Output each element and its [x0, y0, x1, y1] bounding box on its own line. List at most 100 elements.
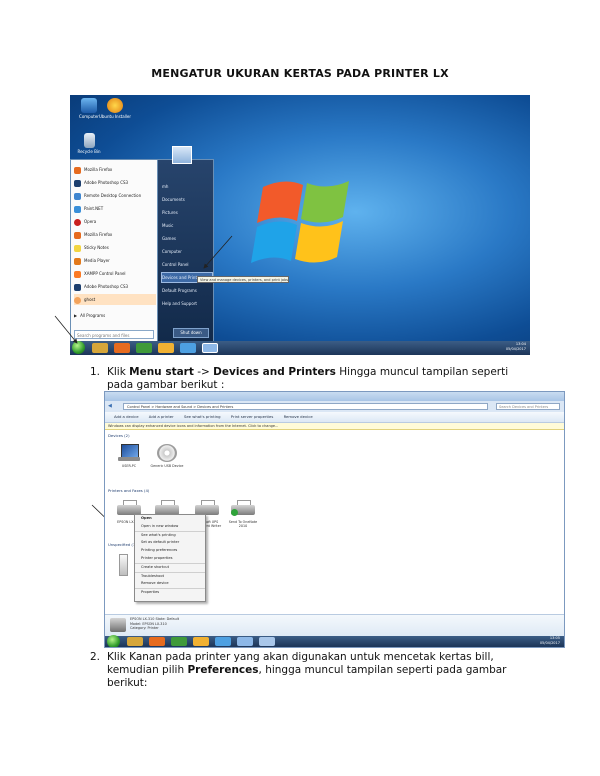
command-bar: Add a device Add a printer See what's pr… — [105, 412, 564, 423]
group-devices[interactable]: Devices (2) — [108, 433, 130, 438]
remove-device-button[interactable]: Remove device — [284, 414, 313, 419]
start-item-ghost[interactable]: ghost — [74, 294, 156, 305]
devices-and-printers-screenshot: ◀ Control Panel > Hardware and Sound > D… — [104, 391, 565, 648]
start-orb-icon[interactable] — [72, 341, 85, 354]
photoshop-icon — [74, 179, 81, 187]
media-taskbar-icon[interactable] — [171, 637, 187, 646]
start-link-help[interactable]: Help and Support — [162, 299, 212, 308]
tower-icon[interactable] — [119, 554, 128, 576]
start-menu-places: mh Documents Pictures Music Games Comput… — [158, 146, 214, 343]
firefox-icon — [74, 166, 81, 174]
info-bar[interactable]: Windows can display enhanced device icon… — [105, 423, 564, 430]
start-link-pictures[interactable]: Pictures — [162, 208, 212, 217]
start-item-remote-desktop[interactable]: Remote Desktop Connection — [74, 190, 156, 201]
explorer-taskbar-icon[interactable] — [92, 343, 108, 353]
start-search-input[interactable]: Search programs and files — [74, 330, 154, 339]
start-orb-icon[interactable] — [107, 635, 120, 647]
firefox-taskbar-icon[interactable] — [149, 637, 165, 646]
start-link-default-programs[interactable]: Default Programs — [162, 286, 212, 295]
start-link-music[interactable]: Music — [162, 221, 212, 230]
document-title: MENGATUR UKURAN KERTAS PADA PRINTER LX — [151, 67, 449, 80]
start-item-all-programs[interactable]: ▶ All Programs — [74, 310, 156, 321]
devices-tooltip: View and manage devices, printers, and p… — [197, 276, 289, 283]
step-1: 1. Klik Menu start -> Devices and Printe… — [90, 366, 509, 391]
menu-troubleshoot[interactable]: Troubleshoot — [135, 571, 205, 581]
start-link-documents[interactable]: Documents — [162, 195, 212, 204]
remote-desktop-icon — [74, 192, 81, 200]
explorer-taskbar-icon[interactable] — [127, 637, 143, 646]
back-arrow-icon[interactable]: ◀ — [108, 403, 112, 409]
xampp-icon — [74, 270, 81, 278]
default-printer-icon — [231, 500, 255, 518]
taskbar-clock[interactable]: 13:05 05/04/2017 — [540, 636, 560, 646]
photoshop-icon — [74, 283, 81, 291]
address-input[interactable]: Control Panel > Hardware and Sound > Dev… — [123, 403, 488, 410]
taskbar: 13:04 05/04/2017 — [70, 341, 530, 355]
print-server-button[interactable]: Print server properties — [231, 414, 274, 419]
menu-open-new-window[interactable]: Open in new window — [135, 523, 205, 531]
start-item-xampp[interactable]: XAMPP Control Panel — [74, 268, 156, 279]
media-player-icon — [74, 257, 81, 265]
menu-properties[interactable]: Properties — [135, 588, 205, 597]
menu-see-printing[interactable]: See what's printing — [135, 530, 205, 540]
menu-open[interactable]: Open — [135, 515, 205, 523]
menu-printer-properties[interactable]: Printer properties — [135, 555, 205, 563]
start-item-opera[interactable]: Opera — [74, 216, 156, 227]
device-user-pc[interactable]: USER-PC — [111, 444, 147, 468]
menu-printing-preferences[interactable]: Printing preferences — [135, 547, 205, 555]
add-printer-button[interactable]: Add a printer — [149, 414, 174, 419]
menu-create-shortcut[interactable]: Create shortcut — [135, 562, 205, 572]
disc-drive-icon — [157, 444, 177, 462]
arrow-right-icon: ▶ — [74, 313, 78, 318]
windows7-desktop-screenshot: Computer Ubuntu Installer Recycle Bin Mo… — [70, 95, 530, 355]
add-device-button[interactable]: Add a device — [114, 414, 139, 419]
installer-desktop-icon[interactable]: Ubuntu Installer — [98, 98, 132, 119]
group-printers[interactable]: Printers and Faxes (4) — [108, 488, 149, 493]
printer-context-menu: Open Open in new window See what's print… — [134, 514, 206, 602]
window-taskbar-icon[interactable] — [237, 637, 253, 646]
printer-onenote[interactable]: Send To OneNote 2010 — [225, 500, 261, 528]
start-item-firefox[interactable]: Mozilla Firefox — [74, 164, 156, 175]
menu-set-default[interactable]: Set as default printer — [135, 539, 205, 547]
start-item-sticky-notes[interactable]: Sticky Notes — [74, 242, 156, 253]
taskbar-clock[interactable]: 13:04 05/04/2017 — [506, 342, 526, 352]
sticky-notes-icon — [74, 244, 81, 252]
user-avatar — [172, 146, 192, 164]
start-link-user[interactable]: mh — [162, 182, 212, 191]
device-usb[interactable]: Generic USB Device — [149, 444, 185, 468]
address-bar: ◀ Control Panel > Hardware and Sound > D… — [105, 401, 564, 412]
folder-taskbar-icon[interactable] — [158, 343, 174, 353]
details-pane: EPSON LX-310 State: Default Model: EPSON… — [105, 614, 564, 637]
devices-taskbar-icon[interactable] — [259, 637, 275, 646]
start-item-firefox-2[interactable]: Mozilla Firefox — [74, 229, 156, 240]
start-link-computer[interactable]: Computer — [162, 247, 212, 256]
start-menu: Mozilla Firefox Adobe Photoshop CS3 Remo… — [70, 146, 216, 343]
laptop-icon — [118, 444, 140, 462]
search-input[interactable]: Search Devices and Printers — [496, 403, 560, 410]
start-item-paint[interactable]: Paint.NET — [74, 203, 156, 214]
folder-taskbar-icon[interactable] — [193, 637, 209, 646]
app-taskbar-icon[interactable] — [215, 637, 231, 646]
start-item-media-player[interactable]: Media Player — [74, 255, 156, 266]
opera-icon — [74, 218, 81, 226]
start-link-control-panel[interactable]: Control Panel — [162, 260, 212, 269]
menu-remove-device[interactable]: Remove device — [135, 580, 205, 588]
media-taskbar-icon[interactable] — [136, 343, 152, 353]
firefox-icon — [74, 231, 81, 239]
recycle-bin-desktop-icon[interactable]: Recycle Bin — [72, 133, 106, 154]
window-titlebar — [105, 392, 564, 408]
firefox-taskbar-icon[interactable] — [114, 343, 130, 353]
see-printing-button[interactable]: See what's printing — [184, 414, 221, 419]
start-link-games[interactable]: Games — [162, 234, 212, 243]
group-unspecified[interactable]: Unspecified (1) — [108, 542, 137, 547]
window-taskbar-icon[interactable] — [202, 343, 218, 353]
step-2: 2. Klik Kanan pada printer yang akan dig… — [90, 651, 507, 689]
app-taskbar-icon[interactable] — [180, 343, 196, 353]
ghost-icon — [74, 296, 81, 304]
taskbar: 13:05 05/04/2017 — [105, 635, 564, 647]
windows-logo-icon — [251, 181, 349, 263]
printer-icon — [110, 618, 126, 632]
start-item-photoshop[interactable]: Adobe Photoshop CS3 — [74, 177, 156, 188]
shutdown-button[interactable]: Shut down — [173, 328, 209, 338]
start-item-photoshop-2[interactable]: Adobe Photoshop CS3 — [74, 281, 156, 292]
